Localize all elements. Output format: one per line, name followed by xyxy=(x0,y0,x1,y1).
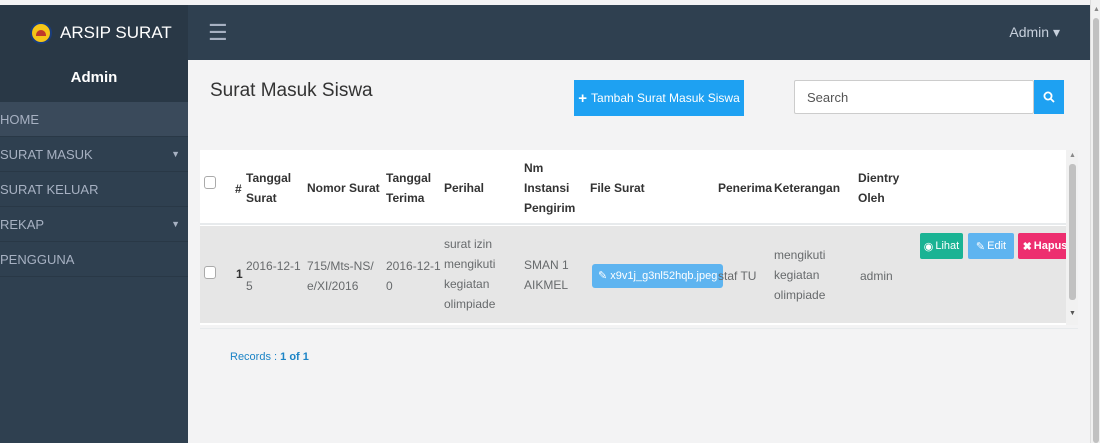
table-row[interactable]: 1 2016-12-15 715/Mts-NS/e/XI/2016 2016-1… xyxy=(200,226,1072,323)
cell-keterangan: mengikuti kegiatan olimpiade xyxy=(774,248,826,302)
sidebar-item-rekap[interactable]: REKAP ▼ xyxy=(0,207,188,242)
records-label: Records : xyxy=(230,351,281,363)
cell-tanggal-terima: 2016-12-10 xyxy=(386,259,441,293)
eye-icon: ◉ xyxy=(923,240,934,253)
page-scrollbar[interactable]: ▲ xyxy=(1090,0,1100,443)
paperclip-icon: ✎ xyxy=(598,270,608,282)
sidebar-item-pengguna[interactable]: PENGGUNA xyxy=(0,242,188,277)
sidebar-item-surat-keluar[interactable]: SURAT KELUAR xyxy=(0,172,188,207)
add-surat-masuk-button[interactable]: + Tambah Surat Masuk Siswa xyxy=(574,80,744,116)
file-attachment-link[interactable]: ✎ x9v1j_g3nl52hqb.jpeg xyxy=(592,264,724,288)
sidebar-item-label: SURAT KELUAR xyxy=(0,182,99,197)
col-header-tanggal-terima: Tanggal Terima xyxy=(386,171,432,205)
table-scroll-up-icon[interactable]: ▲ xyxy=(1069,152,1076,159)
sidebar-item-surat-masuk[interactable]: SURAT MASUK ▼ xyxy=(0,137,188,172)
letters-table: # Tanggal Surat Nomor Surat Tanggal Teri… xyxy=(200,150,1078,325)
search-input[interactable] xyxy=(794,80,1034,114)
col-header-file-surat: File Surat xyxy=(590,181,645,195)
col-header-dientry-oleh: Dientry Oleh xyxy=(858,171,900,205)
cell-penerima: staf TU xyxy=(718,269,757,283)
hamburger-menu-icon[interactable]: ☰ xyxy=(208,20,228,46)
table-scrollbar[interactable]: ▲ ▼ xyxy=(1066,150,1078,325)
caret-down-icon: ▼ xyxy=(171,219,180,229)
sidebar-item-label: PENGGUNA xyxy=(0,252,75,267)
table-header-row: # Tanggal Surat Nomor Surat Tanggal Teri… xyxy=(200,150,1066,225)
row-checkbox[interactable] xyxy=(204,266,216,279)
cell-dientry-oleh: admin xyxy=(860,269,893,283)
delete-button-label: Hapus xyxy=(1033,240,1068,252)
caret-down-icon: ▼ xyxy=(171,149,180,159)
file-name: x9v1j_g3nl52hqb.jpeg xyxy=(610,270,718,282)
col-header-tanggal-surat: Tanggal Surat xyxy=(246,171,292,205)
edit-button[interactable]: ✎ Edit xyxy=(968,233,1014,259)
delete-button[interactable]: ✖ Hapus xyxy=(1018,233,1072,259)
add-button-label: Tambah Surat Masuk Siswa xyxy=(591,91,740,105)
sidebar-user-header: Admin xyxy=(0,60,188,102)
records-counter: Records : 1 of 1 xyxy=(230,351,309,363)
cell-perihal: surat izin mengikuti kegiatan olimpiade xyxy=(444,237,496,311)
brand[interactable]: ARSIP SURAT xyxy=(0,5,188,60)
top-navbar: ARSIP SURAT ☰ Admin ▾ xyxy=(0,5,1090,60)
close-icon: ✖ xyxy=(1022,240,1032,253)
sidebar-item-label: REKAP xyxy=(0,217,45,232)
brand-title: ARSIP SURAT xyxy=(60,22,172,42)
col-header-keterangan: Keterangan xyxy=(774,181,841,195)
view-button[interactable]: ◉ Lihat xyxy=(920,233,963,259)
sidebar-item-label: HOME xyxy=(0,112,39,127)
cell-tanggal-surat: 2016-12-15 xyxy=(246,259,301,293)
divider xyxy=(200,328,1078,329)
col-header-penerima: Penerima xyxy=(718,181,773,195)
row-number: 1 xyxy=(236,267,243,281)
plus-icon: + xyxy=(578,89,588,107)
edit-button-label: Edit xyxy=(987,240,1007,252)
records-value: 1 of 1 xyxy=(280,351,309,363)
sidebar: Admin HOME SURAT MASUK ▼ SURAT KELUAR REK… xyxy=(0,60,188,443)
col-header-instansi: Nm Instansi Pengirim xyxy=(524,161,576,215)
search-icon xyxy=(1043,91,1055,103)
scroll-up-arrow-icon[interactable]: ▲ xyxy=(1093,6,1100,13)
table-scroll-down-icon[interactable]: ▼ xyxy=(1069,310,1076,317)
search-button[interactable] xyxy=(1034,80,1064,114)
edit-icon: ✎ xyxy=(975,240,986,253)
page-scrollbar-thumb[interactable] xyxy=(1093,18,1099,443)
cell-nomor-surat: 715/Mts-NS/e/XI/2016 xyxy=(307,259,374,293)
col-header-num: # xyxy=(235,182,242,196)
sidebar-item-label: SURAT MASUK xyxy=(0,147,93,162)
cell-instansi: SMAN 1 AIKMEL xyxy=(524,258,569,292)
user-menu-dropdown[interactable]: Admin ▾ xyxy=(1009,24,1060,41)
sidebar-item-home[interactable]: HOME xyxy=(0,102,188,137)
brand-logo-icon xyxy=(30,21,52,44)
view-button-label: Lihat xyxy=(935,240,960,252)
main-content: Surat Masuk Siswa + Tambah Surat Masuk S… xyxy=(188,60,1090,443)
col-header-perihal: Perihal xyxy=(444,181,485,195)
select-all-checkbox[interactable] xyxy=(204,176,216,189)
col-header-nomor-surat: Nomor Surat xyxy=(307,181,380,195)
page-title: Surat Masuk Siswa xyxy=(210,80,373,101)
table-scrollbar-thumb[interactable] xyxy=(1069,164,1076,300)
